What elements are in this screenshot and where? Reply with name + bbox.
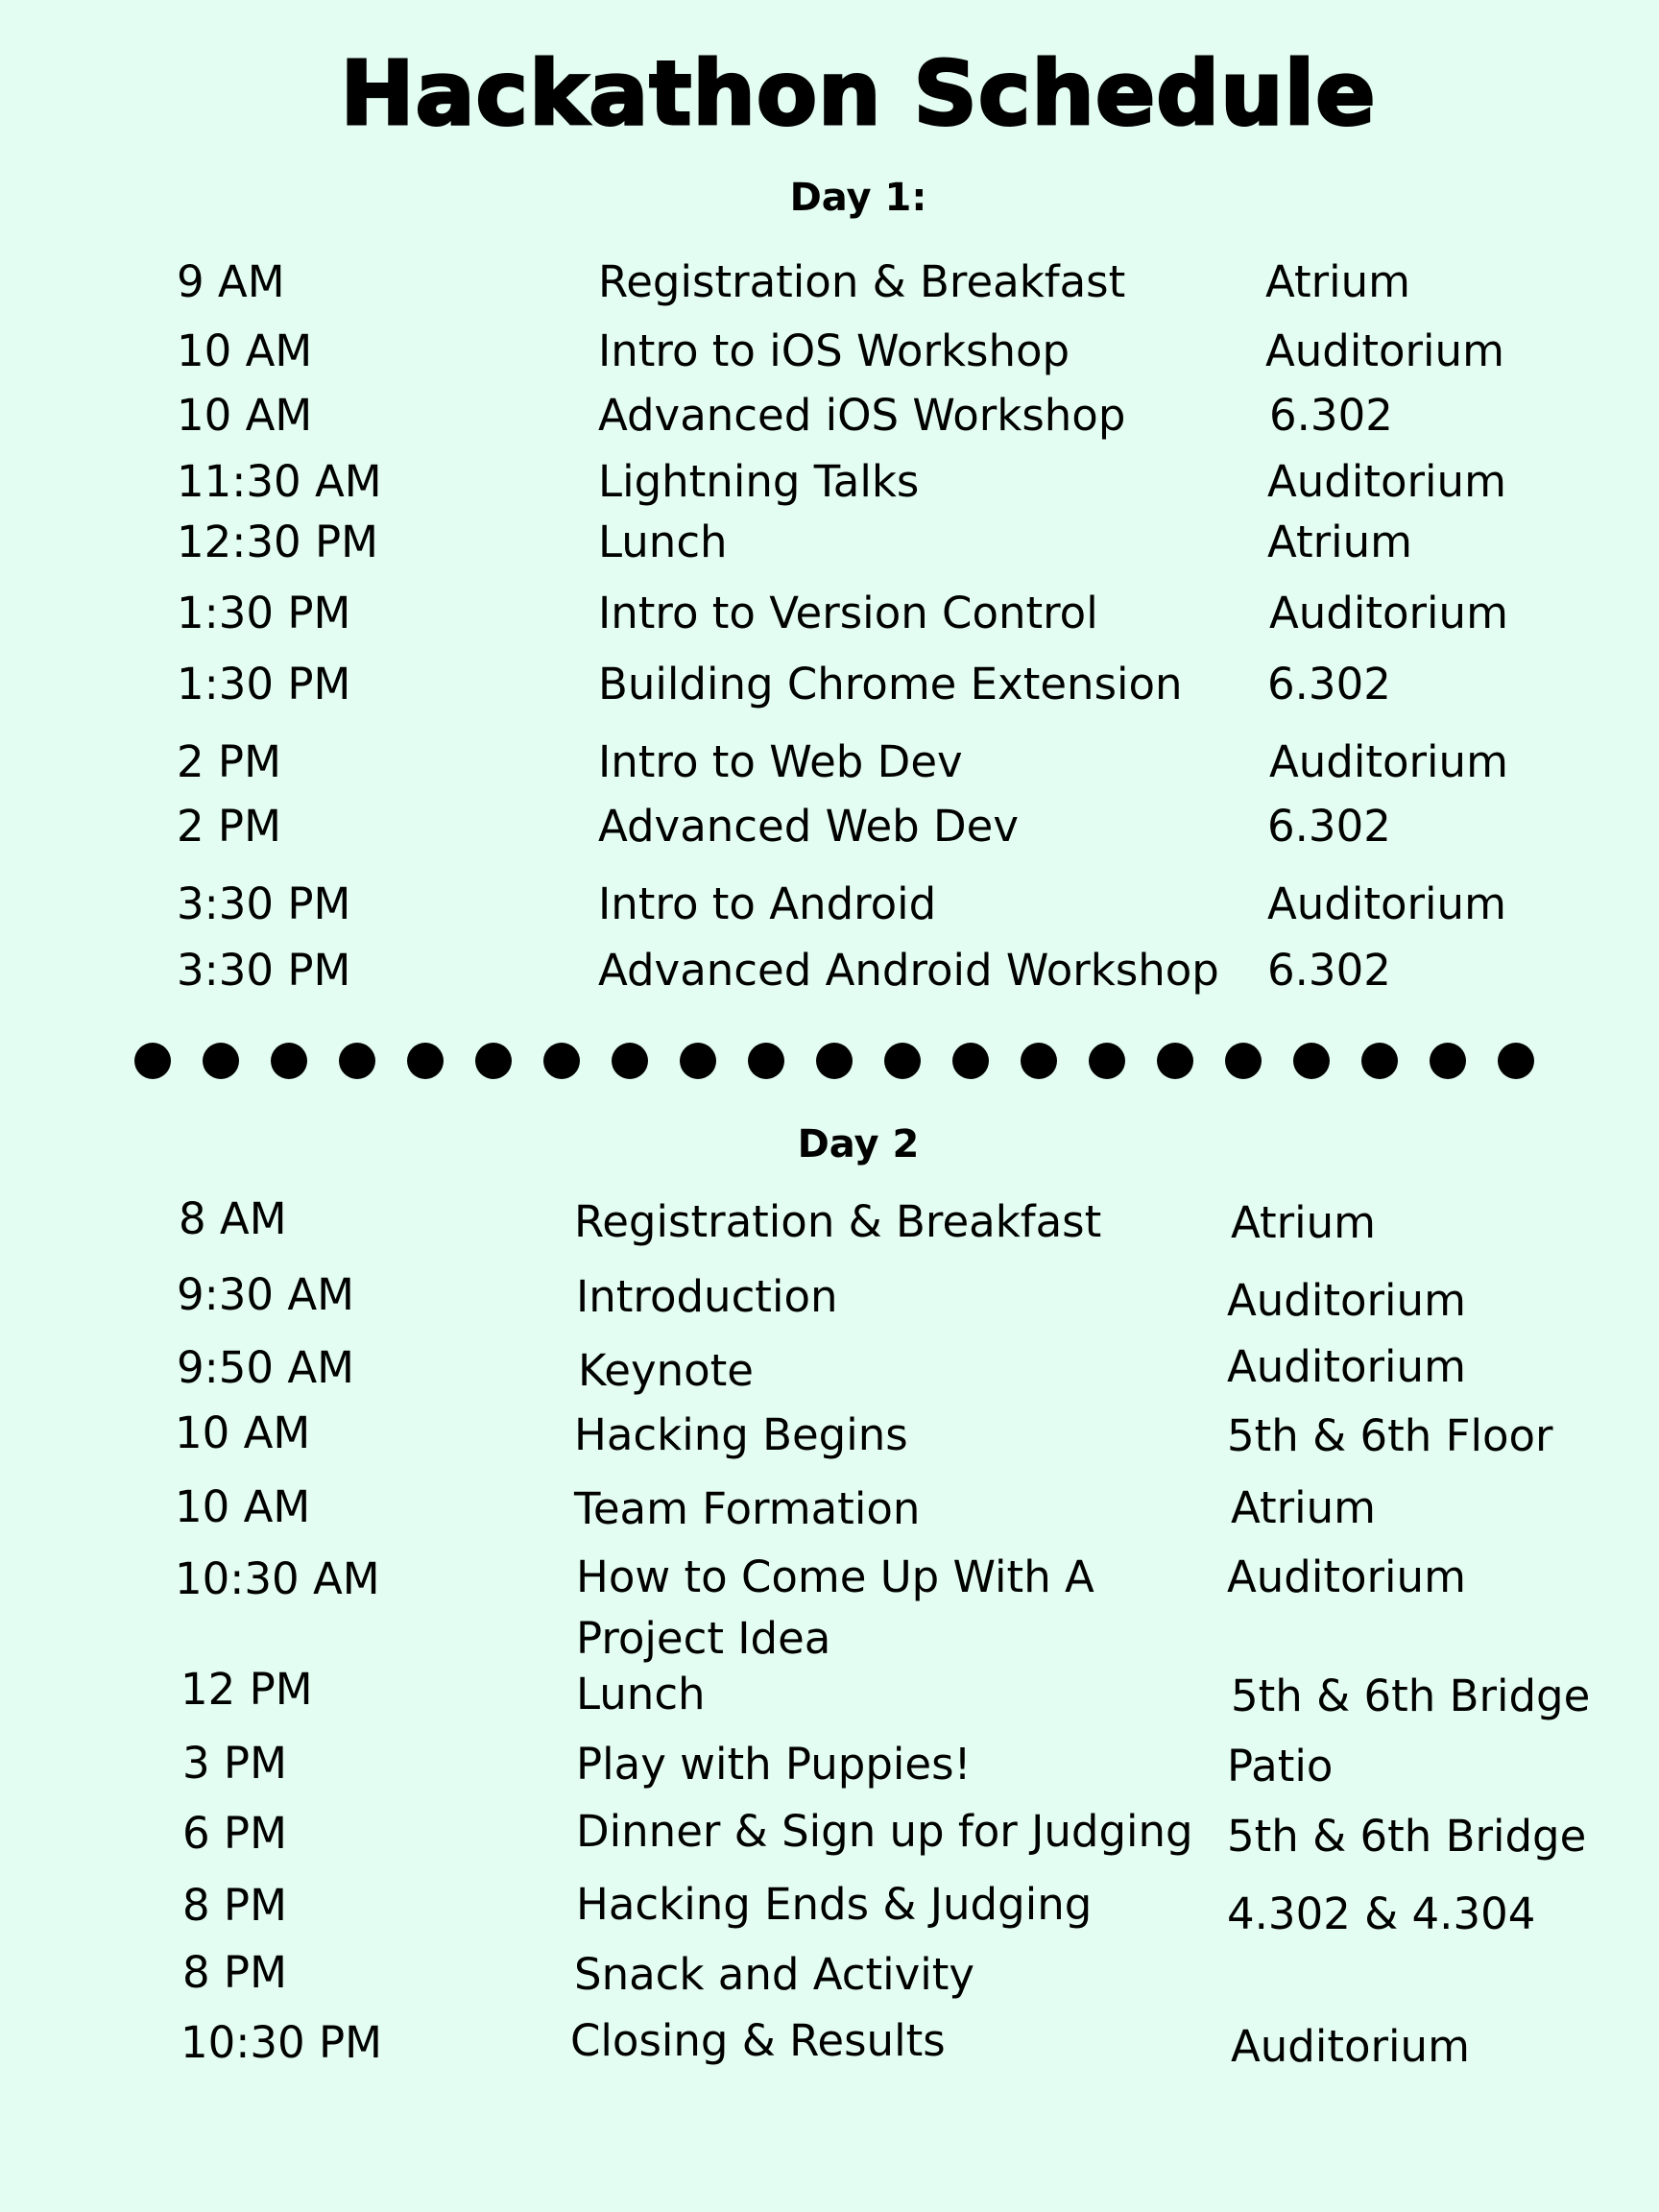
event-location: Patio [1227, 1741, 1334, 1791]
event-location: Atrium [1265, 256, 1410, 307]
event-time: 9:30 AM [177, 1269, 354, 1320]
event-location: 6.302 [1269, 390, 1393, 441]
event-time: 3:30 PM [177, 878, 351, 929]
event-location: 5th & 6th Floor [1227, 1410, 1553, 1461]
separator-dot [1361, 1043, 1398, 1079]
event-time: 10 AM [175, 1481, 311, 1532]
event-time: 2 PM [177, 736, 281, 787]
event-time: 10:30 PM [180, 2017, 382, 2068]
event-location: Auditorium [1265, 325, 1504, 376]
event-location: 6.302 [1267, 659, 1391, 709]
schedule: 9 AM Registration & Breakfast Atrium 10 AM I… [0, 0, 1659, 2212]
event-location: Auditorium [1269, 736, 1508, 787]
event-location: 4.302 & 4.304 [1227, 1888, 1536, 1939]
event-name: Play with Puppies! [576, 1739, 972, 1790]
event-location: 6.302 [1267, 945, 1391, 996]
event-time: 10 AM [177, 390, 313, 441]
event-time: 10 AM [177, 325, 313, 376]
event-location: 5th & 6th Bridge [1227, 1811, 1587, 1862]
separator-dot [952, 1043, 989, 1079]
separator-dot [339, 1043, 375, 1079]
event-time: 10:30 AM [175, 1553, 380, 1604]
event-name: Intro to iOS Workshop [598, 325, 1070, 376]
event-name: Advanced Web Dev [598, 801, 1019, 852]
separator-dot [1430, 1043, 1466, 1079]
separator-dot [134, 1043, 171, 1079]
event-name: Dinner & Sign up for Judging [576, 1806, 1193, 1857]
event-location: Auditorium [1267, 456, 1506, 507]
event-name: Lightning Talks [598, 456, 920, 507]
event-location: Auditorium [1267, 878, 1506, 929]
event-time: 1:30 PM [177, 659, 351, 709]
event-name: How to Come Up With A Project Idea [576, 1551, 1094, 1664]
event-location: Auditorium [1227, 1275, 1466, 1326]
event-name: Advanced Android Workshop [598, 945, 1219, 996]
separator-dot [475, 1043, 512, 1079]
event-location: Auditorium [1269, 588, 1508, 638]
event-time: 8 AM [179, 1193, 287, 1244]
separator-dot [612, 1043, 648, 1079]
event-name: Snack and Activity [574, 1949, 975, 2000]
event-time: 8 PM [182, 1947, 287, 1998]
event-time: 3:30 PM [177, 945, 351, 996]
event-name: Lunch [576, 1669, 706, 1719]
event-time: 9 AM [177, 256, 285, 307]
separator-dot [271, 1043, 307, 1079]
event-location: 5th & 6th Bridge [1231, 1671, 1591, 1721]
separator-dot [1225, 1043, 1262, 1079]
separator-dot [884, 1043, 921, 1079]
event-name: Intro to Web Dev [598, 736, 963, 787]
separator-dot [1293, 1043, 1330, 1079]
separator-dot [543, 1043, 580, 1079]
separator-dot [203, 1043, 239, 1079]
event-location: Auditorium [1231, 2021, 1470, 2072]
event-name: Hacking Ends & Judging [576, 1879, 1093, 1930]
event-time: 6 PM [182, 1808, 287, 1859]
event-name: Registration & Breakfast [598, 256, 1126, 307]
event-name: Intro to Version Control [598, 588, 1098, 638]
event-name: Hacking Begins [574, 1409, 908, 1460]
separator-dot [1021, 1043, 1057, 1079]
separator-dot [748, 1043, 784, 1079]
event-time: 2 PM [177, 801, 281, 852]
event-time: 3 PM [182, 1738, 287, 1789]
event-name: Closing & Results [570, 2015, 946, 2066]
event-time: 12 PM [180, 1664, 313, 1715]
separator-dot [407, 1043, 444, 1079]
separator-dot [680, 1043, 716, 1079]
event-location: Atrium [1267, 517, 1412, 567]
event-name: Building Chrome Extension [598, 659, 1183, 709]
event-location: Auditorium [1227, 1341, 1466, 1392]
event-location: Auditorium [1227, 1551, 1466, 1602]
event-time: 8 PM [182, 1880, 287, 1931]
event-location: Atrium [1231, 1482, 1376, 1533]
event-time: 10 AM [175, 1407, 311, 1458]
separator-dot [816, 1043, 853, 1079]
event-name: Intro to Android [598, 878, 937, 929]
event-location: Atrium [1231, 1197, 1376, 1248]
event-location: 6.302 [1267, 801, 1391, 852]
event-name: Registration & Breakfast [574, 1196, 1102, 1247]
event-time: 12:30 PM [177, 517, 378, 567]
event-name: Advanced iOS Workshop [598, 390, 1126, 441]
separator-dot [1157, 1043, 1193, 1079]
event-time: 9:50 AM [177, 1342, 354, 1393]
event-name: Team Formation [574, 1483, 921, 1534]
event-name: Introduction [576, 1271, 838, 1322]
event-name: Keynote [578, 1345, 754, 1396]
event-time: 1:30 PM [177, 588, 351, 638]
event-time: 11:30 AM [177, 456, 382, 507]
event-name: Lunch [598, 517, 728, 567]
separator-dot [1089, 1043, 1125, 1079]
dot-separator [134, 1043, 1536, 1085]
separator-dot [1498, 1043, 1534, 1079]
